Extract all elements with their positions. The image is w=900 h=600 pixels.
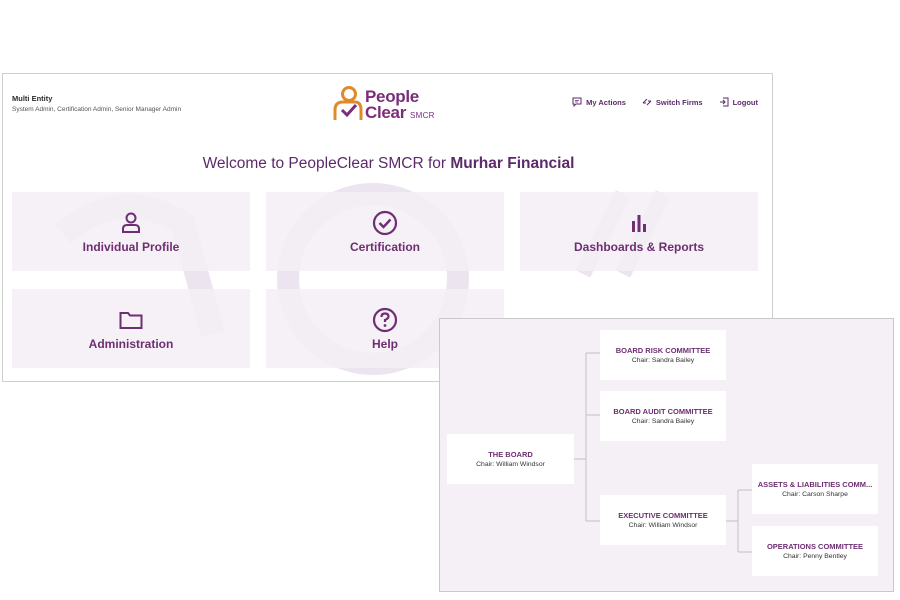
node-chair: Chair: Penny Bentley bbox=[783, 553, 847, 560]
node-title: BOARD RISK COMMITTEE bbox=[615, 346, 711, 355]
node-chair: Chair: William Windsor bbox=[628, 522, 698, 529]
question-circle-icon bbox=[372, 307, 398, 332]
org-node-board-risk-committee[interactable]: BOARD RISK COMMITTEE Chair: Sandra Baile… bbox=[600, 330, 726, 380]
tile-administration[interactable]: Administration bbox=[12, 289, 250, 368]
tile-individual-profile[interactable]: Individual Profile bbox=[12, 192, 250, 271]
logout-button[interactable]: Logout bbox=[719, 97, 758, 107]
folder-icon bbox=[119, 311, 143, 329]
switch-arrows-icon bbox=[642, 98, 652, 106]
tile-certification[interactable]: Certification bbox=[266, 192, 504, 271]
my-actions-button[interactable]: My Actions bbox=[572, 97, 626, 107]
tile-dashboards-reports[interactable]: Dashboards & Reports bbox=[520, 192, 758, 271]
node-title: OPERATIONS COMMITTEE bbox=[766, 542, 864, 551]
chat-icon bbox=[572, 97, 582, 107]
org-node-executive-committee[interactable]: EXECUTIVE COMMITTEE Chair: William Winds… bbox=[600, 495, 726, 545]
peopleclear-logo[interactable]: People Clear SMCR bbox=[331, 82, 451, 124]
bar-chart-icon bbox=[632, 214, 646, 232]
logout-label: Logout bbox=[732, 97, 758, 107]
node-title: BOARD AUDIT COMMITTEE bbox=[613, 407, 713, 416]
check-circle-icon bbox=[372, 210, 398, 235]
tile-label: Help bbox=[371, 336, 398, 351]
welcome-heading: Welcome to PeopleClear SMCR for Murhar F… bbox=[3, 155, 772, 173]
firm-name: Murhar Financial bbox=[450, 155, 575, 172]
node-title: THE BOARD bbox=[488, 450, 533, 459]
tile-label: Dashboards & Reports bbox=[573, 239, 705, 254]
node-title: EXECUTIVE COMMITTEE bbox=[618, 511, 708, 520]
switch-firms-label: Switch Firms bbox=[655, 97, 703, 107]
logout-icon bbox=[719, 97, 729, 107]
logo-text-clear: Clear bbox=[365, 103, 407, 122]
entity-roles: System Admin, Certification Admin, Senio… bbox=[12, 106, 182, 113]
entity-info: Multi Entity System Admin, Certification… bbox=[12, 94, 181, 113]
node-chair: Chair: William Windsor bbox=[476, 461, 545, 468]
switch-firms-button[interactable]: Switch Firms bbox=[642, 97, 703, 107]
person-icon bbox=[122, 212, 140, 233]
node-chair: Chair: Carson Sharpe bbox=[782, 491, 848, 498]
header-actions: My Actions Switch Firms Logout bbox=[572, 97, 758, 107]
logo-mark-icon bbox=[333, 86, 363, 120]
org-node-assets-liabilities-committee[interactable]: ASSETS & LIABILITIES COMM... Chair: Cars… bbox=[752, 464, 878, 514]
node-chair: Chair: Sandra Bailey bbox=[631, 418, 695, 425]
org-chart-window: THE BOARD Chair: William Windsor BOARD R… bbox=[439, 318, 894, 592]
welcome-prefix: Welcome to PeopleClear SMCR for bbox=[202, 155, 451, 172]
tile-label: Certification bbox=[349, 239, 420, 254]
org-node-the-board[interactable]: THE BOARD Chair: William Windsor bbox=[447, 434, 574, 484]
my-actions-label: My Actions bbox=[586, 97, 626, 107]
org-node-board-audit-committee[interactable]: BOARD AUDIT COMMITTEE Chair: Sandra Bail… bbox=[600, 391, 726, 441]
tile-label: Individual Profile bbox=[82, 239, 180, 254]
entity-name: Multi Entity bbox=[12, 94, 53, 103]
node-chair: Chair: Sandra Bailey bbox=[631, 357, 695, 364]
org-node-operations-committee[interactable]: OPERATIONS COMMITTEE Chair: Penny Bentle… bbox=[752, 526, 878, 576]
tile-label: Administration bbox=[88, 336, 174, 351]
node-title: ASSETS & LIABILITIES COMM... bbox=[757, 480, 873, 489]
logo-text-smcr: SMCR bbox=[410, 111, 435, 120]
